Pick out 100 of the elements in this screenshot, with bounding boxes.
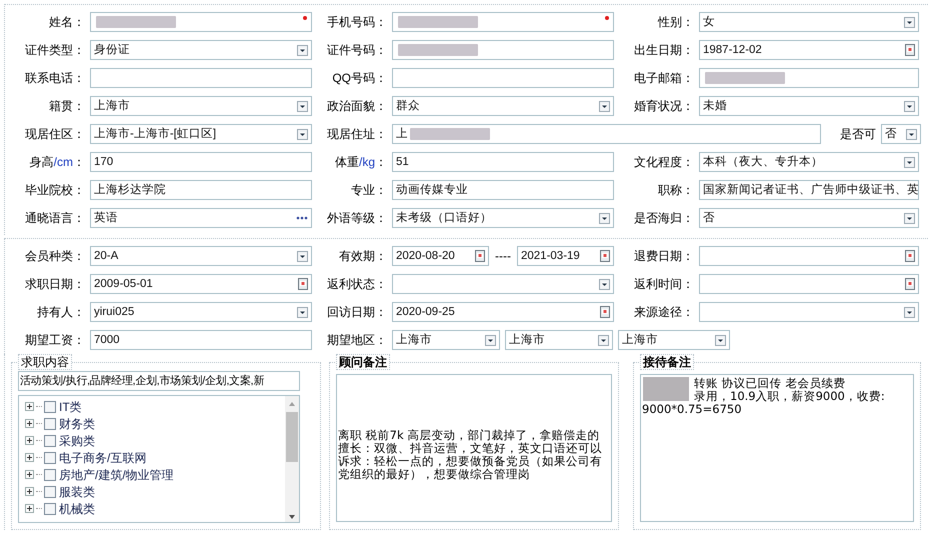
select-field[interactable]: yirui025 xyxy=(90,302,312,322)
panel-legend: 接待备注 xyxy=(640,354,694,370)
tree-item[interactable]: 房地产/建筑/物业管理 xyxy=(59,466,174,484)
tree-item[interactable]: 采购类 xyxy=(59,432,95,450)
tree-item[interactable]: 服装类 xyxy=(59,482,95,500)
calendar-icon xyxy=(298,278,308,290)
field-label: 性别： xyxy=(656,14,694,31)
text-field[interactable] xyxy=(392,12,614,32)
more-icon xyxy=(296,216,308,220)
checkbox[interactable] xyxy=(44,400,56,412)
select-field[interactable]: 上海市 xyxy=(90,96,312,116)
field-label: 回访日期： xyxy=(326,304,387,321)
text-field[interactable]: 国家新闻记者证书、广告师中级证书、英 xyxy=(699,180,919,200)
text-field[interactable] xyxy=(699,68,919,88)
field-label: 会员种类： xyxy=(24,248,85,265)
select-field[interactable]: 身份证 xyxy=(90,40,312,60)
text-field[interactable]: 170 xyxy=(90,152,312,172)
select-field[interactable]: 群众 xyxy=(392,96,614,116)
expand-icon[interactable] xyxy=(25,419,34,428)
field-label: 外语等级： xyxy=(326,210,387,227)
text-field[interactable] xyxy=(90,68,312,88)
text-field[interactable] xyxy=(392,40,614,60)
text-field[interactable]: 7000 xyxy=(90,330,312,350)
select-field[interactable]: 否 xyxy=(699,208,919,228)
select-field[interactable]: 上海市-上海市-[虹口区] xyxy=(90,124,312,144)
field-label: 退费日期： xyxy=(633,248,694,265)
select-field[interactable]: 未考级（口语好） xyxy=(392,208,614,228)
checkbox[interactable] xyxy=(44,434,56,446)
field-label: 姓名： xyxy=(48,14,85,31)
checkbox[interactable] xyxy=(44,452,56,464)
field-label: 政治面貌： xyxy=(326,98,387,115)
checkbox[interactable] xyxy=(44,486,56,498)
select-field[interactable]: 否 xyxy=(881,124,921,144)
expand-icon[interactable] xyxy=(25,504,34,513)
calendar-icon xyxy=(905,44,915,56)
field-label: 是否可 xyxy=(839,126,876,143)
select-field[interactable]: 上海市 xyxy=(392,330,500,350)
text-field[interactable]: 动画传媒专业 xyxy=(392,180,614,200)
field-label: 手机号码： xyxy=(326,14,387,31)
note-line: 转账 协议已回传 老会员续费 xyxy=(693,377,846,390)
field-label: 电子邮箱： xyxy=(633,70,694,87)
select-field[interactable]: 上海市 xyxy=(505,330,613,350)
note-line: 录用，10.9入职，薪资9000，收费: xyxy=(693,390,886,403)
field-label: 身高/cm： xyxy=(28,154,85,171)
field-label: 联系电话： xyxy=(24,70,85,87)
select-field[interactable] xyxy=(699,302,919,322)
tree-item[interactable]: 电子商务/互联网 xyxy=(59,448,146,466)
text-field[interactable]: 上 xyxy=(392,124,821,144)
field-label: 是否海归： xyxy=(633,210,694,227)
scrollbar[interactable] xyxy=(285,396,299,522)
lookup-field[interactable]: 英语 xyxy=(90,208,312,228)
notes-textarea[interactable]: 转账 协议已回传 老会员续费 录用，10.9入职，薪资9000，收费: 9000*0.75=6750 xyxy=(640,374,914,522)
text-field[interactable] xyxy=(90,12,312,32)
field-label: 现居住址： xyxy=(326,126,387,143)
tree-item[interactable]: 机械类 xyxy=(59,500,95,518)
calendar-icon xyxy=(600,250,610,262)
field-label: 专业： xyxy=(350,182,387,199)
expand-icon[interactable] xyxy=(25,487,34,496)
panel-legend: 顾问备注 xyxy=(336,354,390,370)
date-field[interactable] xyxy=(699,246,919,266)
date-field[interactable]: 2009-05-01 xyxy=(90,274,312,294)
checkbox[interactable] xyxy=(44,502,56,514)
expand-icon[interactable] xyxy=(25,453,34,462)
note-line: 离职 税前7k 高层变动，部门裁掉了，拿赔偿走的 xyxy=(338,429,600,442)
text-field[interactable]: 活动策划/执行,品牌经理,企划,市场策划/企划,文案,新 xyxy=(18,371,300,391)
field-label: 体重/kg： xyxy=(334,154,387,171)
expand-icon[interactable] xyxy=(25,470,34,479)
text-field[interactable]: 上海杉达学院 xyxy=(90,180,312,200)
notes-textarea[interactable]: 离职 税前7k 高层变动，部门裁掉了，拿赔偿走的 擅长：双微、抖音运营，文笔好，英文口语还可以 诉求：轻松一点的，想要做预备党员（如果公司有党组织的最好），想要做综合管理岗 xyxy=(336,374,612,522)
field-label: 现居住区： xyxy=(24,126,85,143)
field-label: 职称： xyxy=(657,182,694,199)
field-label: 通晓语言： xyxy=(24,210,85,227)
select-field[interactable]: 女 xyxy=(699,12,919,32)
tree-item[interactable]: 财务类 xyxy=(59,414,95,432)
select-field[interactable]: 未婚 xyxy=(699,96,919,116)
select-field[interactable]: 20-A xyxy=(90,246,312,266)
text-field[interactable]: 51 xyxy=(392,152,614,172)
select-field[interactable]: 上海市 xyxy=(618,330,730,350)
expand-icon[interactable] xyxy=(25,436,34,445)
tree-item[interactable]: IT类 xyxy=(59,398,82,416)
date-field[interactable]: 2020-08-20 xyxy=(392,246,489,266)
calendar-icon xyxy=(905,278,915,290)
text-field[interactable] xyxy=(392,68,614,88)
date-field[interactable]: 2020-09-25 xyxy=(392,302,614,322)
field-label: 文化程度： xyxy=(633,154,694,171)
field-label: 证件号码： xyxy=(326,42,387,59)
range-separator: ---- xyxy=(494,248,512,265)
date-field[interactable]: 1987-12-02 xyxy=(699,40,919,60)
select-field[interactable]: 本科（夜大、专升本） xyxy=(699,152,919,172)
checkbox[interactable] xyxy=(44,418,56,430)
date-field[interactable] xyxy=(699,274,919,294)
note-line: 诉求：轻松一点的，想要做预备党员（如果公司有党组织的最好），想要做综合管理岗 xyxy=(338,455,603,481)
field-label: 期望工资： xyxy=(24,332,85,349)
checkbox[interactable] xyxy=(44,468,56,480)
field-label: 出生日期： xyxy=(633,42,694,59)
note-line: 擅长：双微、抖音运营，文笔好，英文口语还可以 xyxy=(338,442,603,455)
field-label: 期望地区： xyxy=(326,332,387,349)
select-field[interactable] xyxy=(392,274,614,294)
date-field[interactable]: 2021-03-19 xyxy=(517,246,614,266)
expand-icon[interactable] xyxy=(25,402,34,411)
